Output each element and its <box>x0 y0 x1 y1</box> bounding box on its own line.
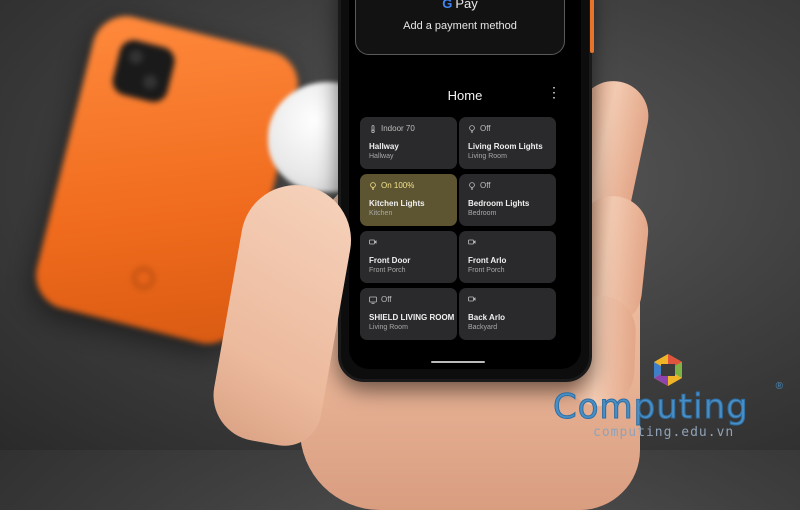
computing-logo-icon <box>654 354 682 386</box>
tile-status: Off <box>480 124 491 133</box>
gesture-nav-bar[interactable] <box>431 361 485 363</box>
phone: G Pay Add a payment method Home ⋮ Indoor … <box>338 0 594 382</box>
power-button <box>590 0 594 53</box>
gpay-card[interactable]: G Pay Add a payment method <box>355 0 565 55</box>
tile-room: Backyard <box>468 324 498 331</box>
google-g-icon: G <box>442 0 453 11</box>
device-tile[interactable]: Back Arlo Backyard <box>459 288 556 340</box>
tile-status-row <box>369 238 381 246</box>
tile-room: Front Porch <box>369 267 406 274</box>
tile-name: Kitchen Lights <box>369 199 425 208</box>
watermark-name: Computing <box>553 387 749 428</box>
tile-room: Living Room <box>369 324 408 331</box>
tile-status-row: Off <box>468 124 491 133</box>
device-tile[interactable]: On 100% Kitchen Lights Kitchen <box>360 174 457 226</box>
gpay-brand: G Pay <box>356 0 564 11</box>
phone-screen: G Pay Add a payment method Home ⋮ Indoor … <box>349 0 581 369</box>
tile-status: Indoor 70 <box>381 124 415 133</box>
lightbulb-icon <box>468 181 476 190</box>
tile-room: Kitchen <box>369 210 393 217</box>
tile-status-row <box>468 238 480 246</box>
computing-watermark: Computing ® computing.edu.vn <box>553 353 793 443</box>
device-tile[interactable]: Off Bedroom Lights Bedroom <box>459 174 556 226</box>
tile-room: Bedroom <box>468 210 497 217</box>
device-tile[interactable]: Front Arlo Front Porch <box>459 231 556 283</box>
device-tile[interactable]: Front Door Front Porch <box>360 231 457 283</box>
registered-mark: ® <box>775 381 783 392</box>
thermostat-icon <box>369 124 377 133</box>
photo-scene: G Pay Add a payment method Home ⋮ Indoor … <box>0 0 800 510</box>
add-payment-method-label: Add a payment method <box>403 20 517 32</box>
tile-status: Off <box>480 181 491 190</box>
camera-icon <box>468 238 476 246</box>
tile-status-row: Off <box>468 181 491 190</box>
camera-module <box>109 37 178 106</box>
tile-name: Front Door <box>369 256 411 265</box>
device-tile[interactable]: Off Living Room Lights Living Room <box>459 117 556 169</box>
watermark-url: computing.edu.vn <box>593 425 735 440</box>
tile-status: Off <box>381 295 392 304</box>
more-vert-icon[interactable]: ⋮ <box>547 85 561 99</box>
google-logo <box>130 264 157 292</box>
tile-room: Hallway <box>369 153 394 160</box>
tile-status-row: Off <box>369 295 392 304</box>
tile-room: Living Room <box>468 153 507 160</box>
tile-name: Hallway <box>369 142 399 151</box>
lightbulb-icon <box>468 124 476 133</box>
camera-icon <box>369 238 377 246</box>
tile-name: Living Room Lights <box>468 142 543 151</box>
camera-icon <box>468 295 476 303</box>
tile-name: Back Arlo <box>468 313 506 322</box>
tile-status-row <box>468 295 480 303</box>
tv-icon <box>369 296 377 304</box>
tile-status: On 100% <box>381 181 415 190</box>
tile-name: Bedroom Lights <box>468 199 530 208</box>
tile-status-row: On 100% <box>369 181 414 190</box>
tile-name: SHIELD LIVING ROOM <box>369 313 455 322</box>
tile-name: Front Arlo <box>468 256 507 265</box>
device-tile[interactable]: Indoor 70 Hallway Hallway <box>360 117 457 169</box>
device-tile[interactable]: Off SHIELD LIVING ROOM Living Room <box>360 288 457 340</box>
lightbulb-icon <box>369 181 377 190</box>
gpay-brand-text: Pay <box>455 0 478 11</box>
tile-status-row: Indoor 70 <box>369 124 415 133</box>
tile-room: Front Porch <box>468 267 505 274</box>
